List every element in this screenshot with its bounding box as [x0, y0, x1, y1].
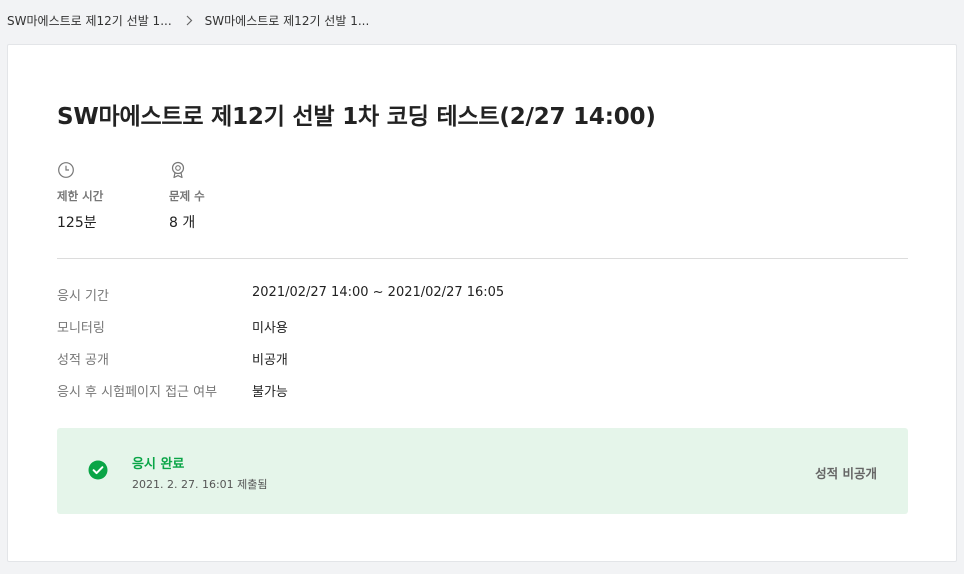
breadcrumb: SW마에스트로 제12기 선발 1... SW마에스트로 제12기 선발 1..…: [7, 12, 369, 29]
info-value: 비공개: [252, 353, 288, 368]
stat-label: 제한 시간: [57, 189, 104, 203]
info-value: 2021/02/27 14:00 ~ 2021/02/27 16:05: [252, 285, 505, 300]
divider: [57, 258, 908, 259]
info-value: 불가능: [252, 385, 288, 400]
grade-status: 성적 비공개: [815, 466, 877, 481]
info-key: 응시 기간: [57, 289, 109, 304]
stat-label: 문제 수: [169, 189, 205, 203]
chevron-right-icon: [186, 15, 193, 26]
clock-icon: [57, 161, 75, 179]
stat-time-limit: 제한 시간 125분: [57, 161, 103, 232]
submission-status-box: 응시 완료 2021. 2. 27. 16:01 제출됨 성적 비공개: [57, 428, 908, 514]
medal-icon: [169, 161, 187, 179]
stat-problem-count: 문제 수 8 개: [169, 161, 205, 232]
info-key: 응시 후 시험페이지 접근 여부: [57, 385, 218, 400]
test-info-card: SW마에스트로 제12기 선발 1차 코딩 테스트(2/27 14:00) 제한…: [7, 44, 957, 562]
check-circle-icon: [88, 460, 108, 480]
submission-timestamp: 2021. 2. 27. 16:01 제출됨: [132, 478, 268, 491]
stat-value: 125분: [57, 215, 97, 231]
info-key: 성적 공개: [57, 353, 109, 368]
info-value: 미사용: [252, 321, 288, 336]
page-title: SW마에스트로 제12기 선발 1차 코딩 테스트(2/27 14:00): [57, 104, 656, 130]
breadcrumb-item-current[interactable]: SW마에스트로 제12기 선발 1...: [205, 12, 370, 29]
breadcrumb-item-parent[interactable]: SW마에스트로 제12기 선발 1...: [7, 12, 172, 29]
info-key: 모니터링: [57, 321, 105, 336]
status-title: 응시 완료: [132, 457, 185, 472]
stat-value: 8 개: [169, 215, 196, 231]
